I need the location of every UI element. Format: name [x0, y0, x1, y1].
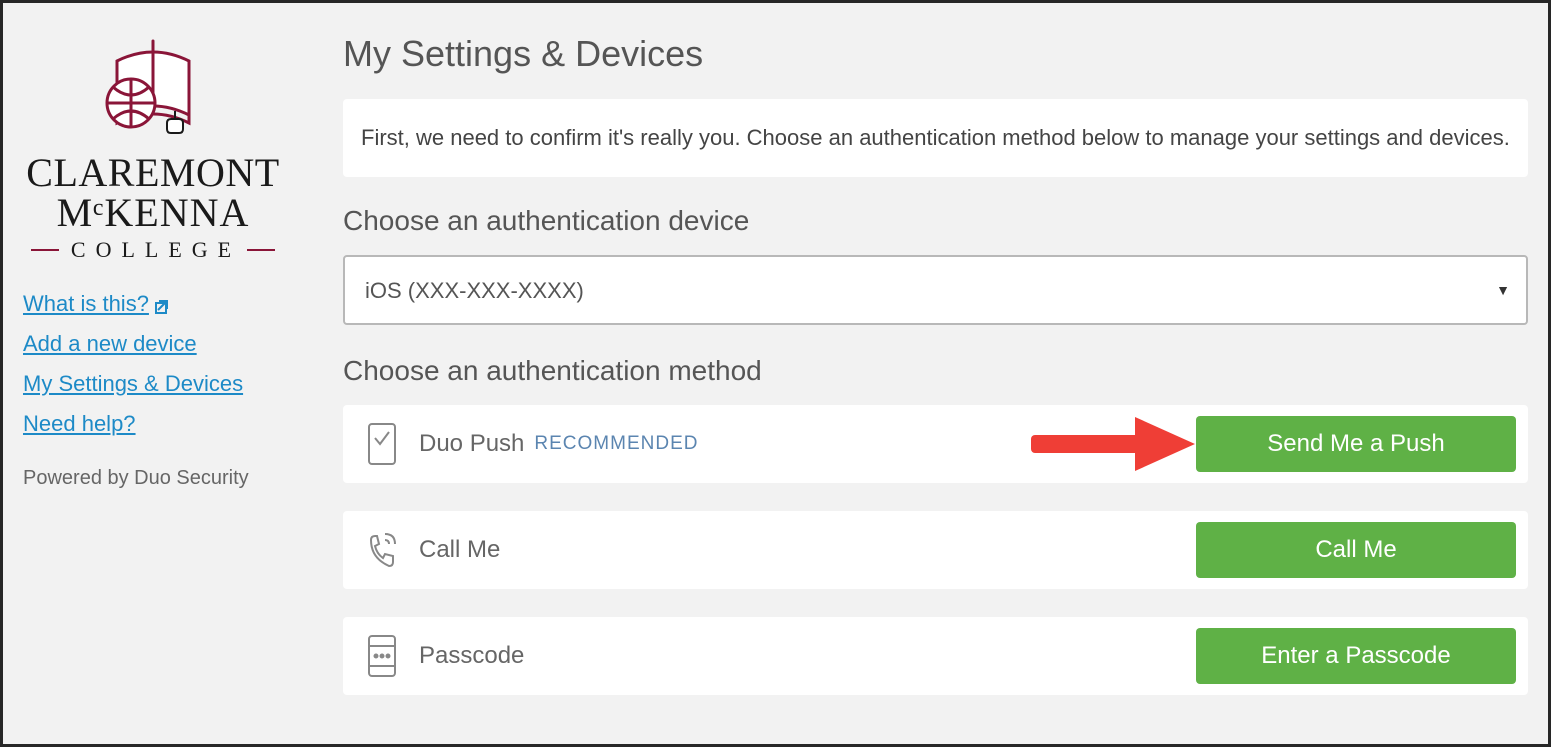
sidebar-links: What is this? Add a new device My Settin…: [23, 291, 243, 437]
method-section-heading: Choose an authentication method: [343, 355, 1528, 387]
method-label: Duo Push: [419, 430, 524, 458]
page-title: My Settings & Devices: [343, 33, 1528, 75]
logo-line2: MᶜKENNA: [26, 193, 279, 233]
link-what-is-this[interactable]: What is this?: [23, 291, 243, 317]
device-select[interactable]: iOS (XXX-XXX-XXXX): [343, 255, 1528, 325]
method-recommended-badge: RECOMMENDED: [534, 433, 698, 455]
method-row-passcode: Passcode Enter a Passcode: [343, 617, 1528, 695]
call-me-button[interactable]: Call Me: [1196, 522, 1516, 578]
sidebar: CLAREMONT MᶜKENNA COLLEGE What is this? …: [3, 3, 323, 744]
method-label: Call Me: [419, 536, 500, 564]
phone-call-icon: [365, 528, 399, 572]
logo-line1: CLAREMONT: [26, 153, 279, 193]
method-row-push: Duo Push RECOMMENDED Send Me a Push: [343, 405, 1528, 483]
link-add-device[interactable]: Add a new device: [23, 331, 243, 357]
link-label: Add a new device: [23, 331, 197, 357]
book-globe-icon: [93, 33, 213, 143]
main-panel: My Settings & Devices First, we need to …: [323, 3, 1548, 744]
method-label: Passcode: [419, 642, 524, 670]
method-row-push-wrap: Duo Push RECOMMENDED Send Me a Push: [343, 405, 1528, 483]
device-select-wrap: iOS (XXX-XXX-XXXX) ▼: [343, 255, 1528, 325]
device-section-heading: Choose an authentication device: [343, 205, 1528, 237]
method-row-call: Call Me Call Me: [343, 511, 1528, 589]
passcode-icon: [365, 634, 399, 678]
link-label: My Settings & Devices: [23, 371, 243, 397]
link-my-settings[interactable]: My Settings & Devices: [23, 371, 243, 397]
external-link-icon: [155, 295, 173, 313]
logo-line3: COLLEGE: [65, 239, 241, 261]
duo-auth-frame: CLAREMONT MᶜKENNA COLLEGE What is this? …: [0, 0, 1551, 747]
instruction-box: First, we need to confirm it's really yo…: [343, 99, 1528, 177]
powered-by-text: Powered by Duo Security: [23, 467, 249, 490]
college-logo: CLAREMONT MᶜKENNA COLLEGE: [23, 33, 283, 261]
send-push-button[interactable]: Send Me a Push: [1196, 416, 1516, 472]
enter-passcode-button[interactable]: Enter a Passcode: [1196, 628, 1516, 684]
phone-check-icon: [365, 422, 399, 466]
link-label: What is this?: [23, 291, 149, 317]
logo-rule-left: [31, 249, 59, 251]
link-label: Need help?: [23, 411, 136, 437]
link-need-help[interactable]: Need help?: [23, 411, 243, 437]
logo-rule-right: [247, 249, 275, 251]
